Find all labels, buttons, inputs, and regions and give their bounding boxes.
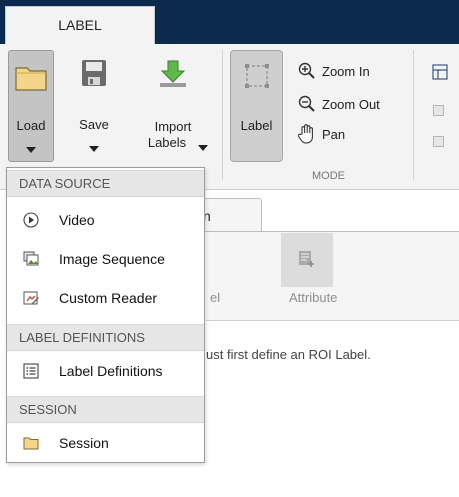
attribute-button-label: Attribute [289,290,338,305]
zoom-in-button[interactable]: Zoom In [298,62,370,80]
save-button[interactable]: Save [72,50,116,162]
import-label-line1: Import [154,119,192,134]
import-labels-button[interactable]: Import Labels [132,50,214,162]
label-mode-button-label: Label [240,118,273,133]
menu-item-label: Session [59,435,109,451]
load-button[interactable]: Load [8,50,54,162]
chevron-down-icon [198,139,208,154]
menu-item-label: Custom Reader [59,290,158,306]
ribbon-separator [413,50,414,180]
tab-label-text: LABEL [58,17,102,33]
menu-item-session[interactable]: Session [7,425,204,461]
custom-reader-icon [23,291,39,305]
attribute-icon [299,251,314,267]
attribute-button[interactable] [281,233,333,287]
label-button-label-partial: el [210,290,221,305]
menu-section-header: DATA SOURCE [7,170,204,197]
label-mode-button[interactable]: Label [230,50,283,162]
menu-section-header: LABEL DEFINITIONS [7,324,204,351]
zoom-in-label: Zoom In [322,63,370,79]
pan-label: Pan [322,126,346,142]
tab-label[interactable]: LABEL [5,6,155,44]
floppy-disk-icon [82,60,106,86]
pan-button[interactable]: Pan [298,124,345,144]
load-dropdown-menu: DATA SOURCE Video Image Sequence Custom … [6,167,205,463]
image-sequence-icon [23,251,39,266]
chevron-down-icon [72,140,116,155]
menu-item-custom-reader[interactable]: Custom Reader [7,280,204,316]
menu-item-label: Video [59,212,95,228]
ribbon-separator [222,50,223,180]
layout-grid-icon[interactable] [432,64,448,80]
zoom-out-icon [298,95,315,112]
import-arrow-icon [160,60,186,87]
menu-section-header: SESSION [7,396,204,423]
menu-item-image-sequence[interactable]: Image Sequence [7,241,204,277]
folder-icon [15,67,47,91]
save-button-label: Save [79,117,109,132]
list-icon [23,363,39,379]
pan-hand-icon [298,124,313,144]
menu-item-label: Image Sequence [59,251,165,267]
menu-item-label-definitions[interactable]: Label Definitions [7,353,204,389]
folder-icon [23,437,39,450]
load-button-label: Load [16,118,46,133]
empty-state-hint: ust first define an ROI Label. [206,347,371,362]
menu-item-label: Label Definitions [59,363,163,379]
zoom-out-label: Zoom Out [322,96,380,112]
import-label-line2: Labels [147,135,187,150]
zoom-in-icon [298,62,315,79]
play-icon [23,212,39,228]
checkbox[interactable] [433,136,444,147]
menu-item-video[interactable]: Video [7,202,204,238]
chevron-down-icon [9,141,53,156]
ribbon-tab-strip: LABEL [0,0,459,44]
zoom-out-button[interactable]: Zoom Out [298,95,380,113]
checkbox[interactable] [433,105,444,116]
mode-section-caption: MODE [312,170,345,182]
roi-select-icon [245,64,269,88]
